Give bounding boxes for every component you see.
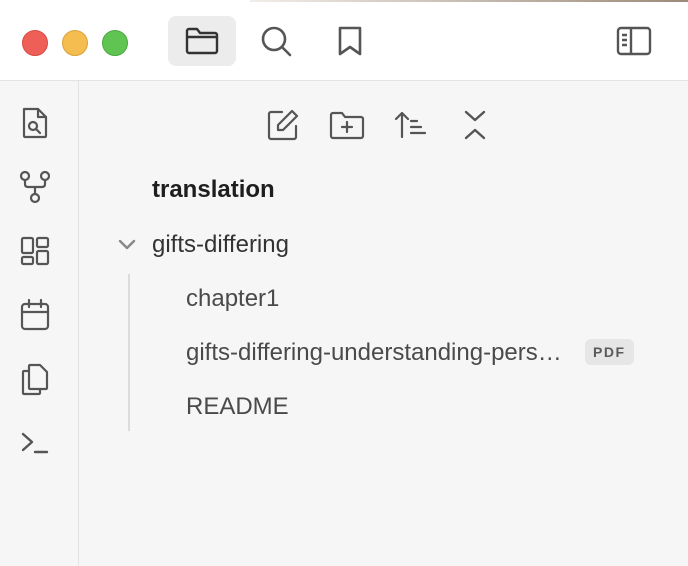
templates-button[interactable] — [17, 361, 53, 397]
folder-label: gifts-differing — [152, 231, 289, 258]
minimize-window-button[interactable] — [62, 30, 88, 56]
search-icon — [259, 24, 293, 58]
files-tab-button[interactable] — [168, 16, 236, 66]
new-folder-button[interactable] — [325, 103, 369, 147]
graph-view-icon — [19, 170, 51, 204]
left-ribbon — [0, 81, 79, 566]
vault-name[interactable]: translation — [152, 176, 275, 204]
indent-guide — [128, 274, 130, 431]
title-bar — [0, 0, 688, 81]
new-note-icon — [266, 108, 300, 142]
templates-icon — [20, 362, 50, 396]
collapse-all-button[interactable] — [453, 103, 497, 147]
folder-icon — [185, 26, 219, 56]
canvas-icon — [19, 235, 51, 267]
sort-icon — [394, 109, 428, 141]
quick-switcher-icon — [20, 106, 50, 140]
nav-actions — [79, 103, 688, 147]
maximize-window-button[interactable] — [102, 30, 128, 56]
command-palette-icon — [19, 429, 51, 457]
daily-note-button[interactable] — [17, 297, 53, 333]
daily-note-icon — [19, 298, 51, 332]
file-explorer-pane: translation gifts-differing chapter1 gif… — [79, 81, 688, 566]
bookmarks-tab-button[interactable] — [316, 16, 384, 66]
quick-switcher-button[interactable] — [17, 105, 53, 141]
toggle-sidebar-button[interactable] — [600, 16, 668, 66]
file-item[interactable]: gifts-differing-understanding-personalit… — [186, 339, 566, 367]
graph-view-button[interactable] — [17, 169, 53, 205]
sort-button[interactable] — [389, 103, 433, 147]
file-item[interactable]: README — [186, 393, 289, 421]
bookmark-icon — [337, 25, 363, 57]
file-type-badge: PDF — [585, 339, 634, 365]
command-palette-button[interactable] — [17, 425, 53, 461]
search-tab-button[interactable] — [242, 16, 310, 66]
new-note-button[interactable] — [261, 103, 305, 147]
folder-item-gifts-differing[interactable]: gifts-differing — [114, 229, 289, 261]
close-window-button[interactable] — [22, 30, 48, 56]
sidebar-toggle-icon — [616, 26, 652, 56]
chevron-down-icon[interactable] — [114, 232, 140, 258]
collapse-all-icon — [461, 108, 489, 142]
canvas-button[interactable] — [17, 233, 53, 269]
new-folder-icon — [329, 110, 365, 140]
file-item[interactable]: chapter1 — [186, 285, 279, 313]
